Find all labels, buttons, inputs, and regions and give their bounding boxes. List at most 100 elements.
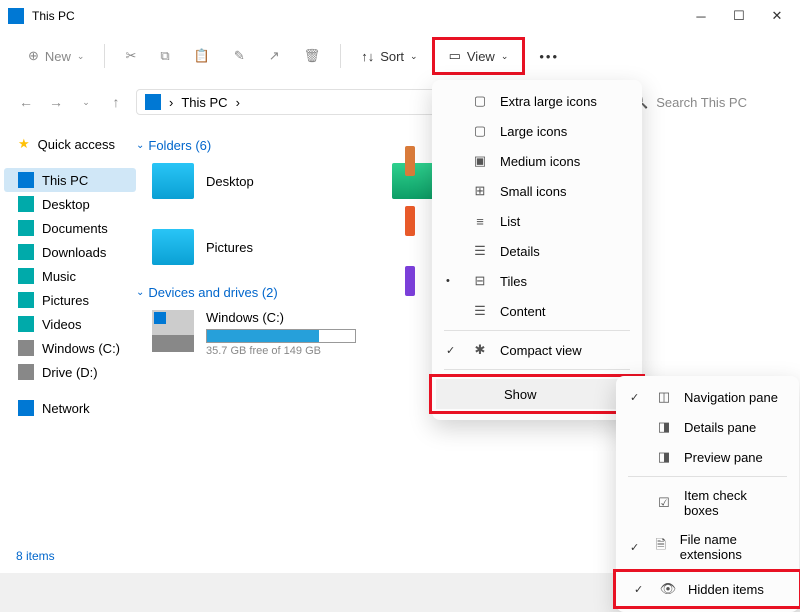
sidebar-item-pictures[interactable]: Pictures [4, 288, 136, 312]
titlebar: This PC ─ ☐ ✕ [0, 0, 800, 32]
menu-show[interactable]: Show› [436, 379, 638, 409]
paste-icon: 📋 [194, 48, 210, 64]
share-icon: ↗ [269, 48, 280, 64]
toolbar: ⊕ New ⌄ ✂ ⧉ 📋 ✎ ↗ 🗑 ↑↓ Sort ⌄ ▭ View ⌄ •… [0, 32, 800, 80]
thispc-icon [18, 172, 34, 188]
close-button[interactable]: ✕ [770, 9, 784, 23]
search-input[interactable]: 🔍 Search This PC [624, 90, 784, 114]
maximize-button[interactable]: ☐ [732, 9, 746, 23]
drive-windows-c[interactable]: Windows (C:) 35.7 GB free of 149 GB [152, 310, 412, 357]
highlight-view: ▭ View ⌄ [432, 37, 526, 75]
folder-desktop[interactable]: Desktop [152, 163, 352, 199]
drive-icon [18, 340, 34, 356]
folder-peek [405, 206, 415, 236]
show-submenu: ✓◫Navigation pane ◨Details pane ◨Preview… [616, 376, 799, 612]
sidebar-item-quick-access[interactable]: ★Quick access [4, 132, 136, 156]
eye-icon: 👁 [660, 581, 676, 597]
sidebar-item-drive-d[interactable]: Drive (D:) [4, 360, 136, 384]
sidebar-item-downloads[interactable]: Downloads [4, 240, 136, 264]
cut-button[interactable]: ✂ [115, 42, 146, 70]
breadcrumb-root[interactable]: This PC [181, 95, 227, 110]
folder-pictures[interactable]: Pictures [152, 229, 352, 265]
paste-button[interactable]: 📋 [184, 42, 220, 70]
chevron-down-icon: ⌄ [136, 140, 144, 151]
breadcrumb-sep: › [236, 95, 240, 110]
new-button[interactable]: ⊕ New ⌄ [18, 42, 94, 70]
drive-free-text: 35.7 GB free of 149 GB [206, 345, 356, 357]
menu-list[interactable]: ≡List [432, 206, 642, 236]
forward-button[interactable]: → [46, 94, 66, 110]
menu-tiles[interactable]: •⊟Tiles [432, 266, 642, 296]
sidebar-item-network[interactable]: Network [4, 396, 136, 420]
chevron-down-icon: ⌄ [410, 51, 418, 62]
menu-separator [628, 476, 787, 477]
menu-preview-pane[interactable]: ◨Preview pane [616, 442, 799, 472]
list-icon: ≡ [472, 213, 488, 229]
star-icon: ★ [18, 136, 30, 152]
trash-icon: 🗑 [304, 48, 321, 64]
sidebar-item-desktop[interactable]: Desktop [4, 192, 136, 216]
folder-peek [405, 146, 415, 176]
folder-icon [18, 220, 34, 236]
menu-details[interactable]: ☰Details [432, 236, 642, 266]
tiles-icon: ⊟ [472, 273, 488, 289]
copy-button[interactable]: ⧉ [150, 42, 179, 70]
file-icon: 🗎 [654, 539, 668, 555]
copy-icon: ⧉ [160, 48, 169, 64]
menu-separator [444, 369, 630, 370]
share-button[interactable]: ↗ [259, 42, 290, 70]
pane-icon: ◨ [656, 419, 672, 435]
back-button[interactable]: ← [16, 94, 36, 110]
divider [104, 44, 105, 68]
sort-button[interactable]: ↑↓ Sort ⌄ [351, 43, 427, 70]
folder-icon [152, 229, 194, 265]
grid-icon: ▣ [472, 153, 488, 169]
menu-large-icons[interactable]: ▢Large icons [432, 116, 642, 146]
rename-icon: ✎ [234, 48, 245, 64]
menu-extra-large-icons[interactable]: ▢Extra large icons [432, 86, 642, 116]
grid-icon: ▢ [472, 123, 488, 139]
folder-icon [18, 292, 34, 308]
pane-icon: ◫ [656, 389, 672, 405]
folder-peek [405, 266, 415, 296]
menu-item-check-boxes[interactable]: ☑Item check boxes [616, 481, 799, 525]
menu-separator [444, 330, 630, 331]
rename-button[interactable]: ✎ [224, 42, 255, 70]
menu-compact-view[interactable]: ✓✱Compact view [432, 335, 642, 365]
menu-details-pane[interactable]: ◨Details pane [616, 412, 799, 442]
sort-icon: ↑↓ [361, 49, 374, 64]
menu-navigation-pane[interactable]: ✓◫Navigation pane [616, 382, 799, 412]
menu-hidden-items[interactable]: ✓👁Hidden items [620, 574, 795, 604]
menu-small-icons[interactable]: ⊞Small icons [432, 176, 642, 206]
view-dropdown: ▢Extra large icons ▢Large icons ▣Medium … [432, 80, 642, 420]
content-icon: ☰ [472, 303, 488, 319]
file-explorer-window: This PC ─ ☐ ✕ ⊕ New ⌄ ✂ ⧉ 📋 ✎ ↗ 🗑 ↑↓ Sor… [0, 0, 800, 573]
up-button[interactable]: ↑ [106, 94, 126, 110]
menu-content[interactable]: ☰Content [432, 296, 642, 326]
menu-medium-icons[interactable]: ▣Medium icons [432, 146, 642, 176]
sidebar-item-videos[interactable]: Videos [4, 312, 136, 336]
view-button[interactable]: ▭ View ⌄ [439, 42, 519, 70]
chevron-down-icon: ⌄ [77, 51, 85, 62]
delete-button[interactable]: 🗑 [294, 42, 331, 70]
chevron-down-icon: ⌄ [136, 287, 144, 298]
thispc-icon [145, 94, 161, 110]
sidebar-item-windows-c[interactable]: Windows (C:) [4, 336, 136, 360]
sidebar-item-music[interactable]: Music [4, 264, 136, 288]
sidebar-item-documents[interactable]: Documents [4, 216, 136, 240]
menu-file-name-extensions[interactable]: ✓🗎File name extensions [616, 525, 799, 569]
window-title: This PC [32, 9, 694, 23]
breadcrumb-sep: › [169, 95, 173, 110]
drive-icon [18, 364, 34, 380]
minimize-button[interactable]: ─ [694, 9, 708, 23]
more-button[interactable]: ••• [529, 43, 569, 70]
scissors-icon: ✂ [125, 48, 136, 64]
chevron-down-icon[interactable]: ⌄ [76, 97, 96, 108]
nav-row: ← → ⌄ ↑ › This PC › 🔍 Search This PC [0, 80, 800, 124]
divider [340, 44, 341, 68]
chevron-down-icon: ⌄ [501, 51, 509, 62]
view-icon: ▭ [449, 48, 461, 64]
sidebar-item-this-pc[interactable]: This PC [4, 168, 136, 192]
compact-icon: ✱ [472, 342, 488, 358]
plus-icon: ⊕ [28, 48, 39, 64]
